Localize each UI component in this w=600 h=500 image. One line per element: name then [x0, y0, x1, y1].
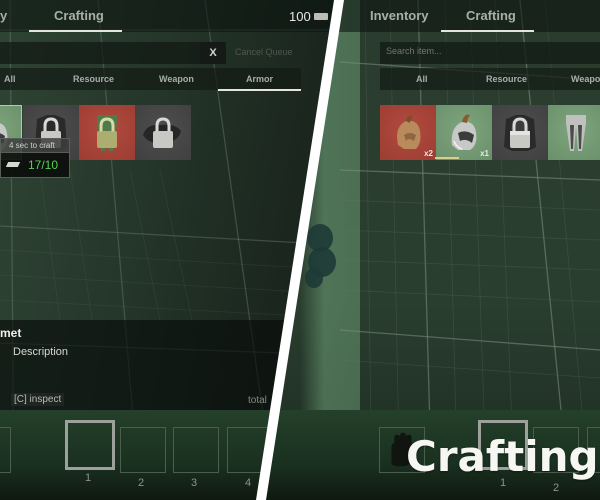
tab-underline	[29, 30, 122, 32]
hotbar-slot-4[interactable]	[227, 427, 273, 473]
filter-armor[interactable]: Armor	[246, 74, 273, 84]
overlay-title: Crafting S	[406, 432, 600, 481]
filter-resource[interactable]: Resource	[73, 74, 114, 84]
filter-all[interactable]: All	[4, 74, 16, 84]
craft-tooltip: 4 sec to craft 17/10	[0, 138, 70, 178]
hotbar-number: 4	[245, 477, 252, 489]
hotbar-number: 2	[138, 477, 145, 489]
hotbar-number: 1	[85, 472, 92, 484]
item-name: met	[0, 326, 22, 340]
hotbar-slot-2[interactable]	[120, 427, 166, 473]
battery-value: 100	[289, 9, 311, 24]
cancel-queue-x-button[interactable]: X	[200, 42, 226, 64]
inspect-hint[interactable]: [C] inspect	[11, 393, 65, 406]
tab-crafting[interactable]: Crafting	[54, 8, 104, 23]
battery-icon	[314, 13, 328, 20]
item-slot-gloves[interactable]	[135, 105, 191, 160]
hotbar-number: 3	[191, 477, 198, 489]
search-bar	[0, 42, 206, 64]
craft-requirement: 17/10	[0, 152, 70, 178]
item-slot-leggings[interactable]	[79, 105, 135, 160]
left-top-bar: y Crafting 100	[0, 0, 340, 32]
craft-time: 4 sec to craft	[0, 138, 70, 152]
total-label: total	[248, 395, 267, 406]
stage: Inventory Crafting All Resource Weapo x2	[0, 0, 600, 500]
hotbar-slot-0[interactable]	[0, 427, 11, 473]
resource-count: 17/10	[28, 158, 59, 172]
search-input[interactable]	[6, 46, 206, 56]
filter-weapon[interactable]: Weapon	[159, 74, 194, 84]
lock-icon	[153, 117, 173, 148]
item-description: Description	[13, 346, 69, 358]
lock-icon	[97, 117, 117, 148]
filter-underline	[218, 89, 301, 91]
hotbar-number: 2	[553, 482, 560, 494]
ingot-icon	[5, 162, 21, 167]
hotbar-slot-1[interactable]	[65, 420, 115, 470]
cancel-queue-label[interactable]: Cancel Queue	[235, 47, 293, 57]
tab-inventory[interactable]: y	[0, 8, 7, 23]
hotbar-slot-3[interactable]	[173, 427, 219, 473]
